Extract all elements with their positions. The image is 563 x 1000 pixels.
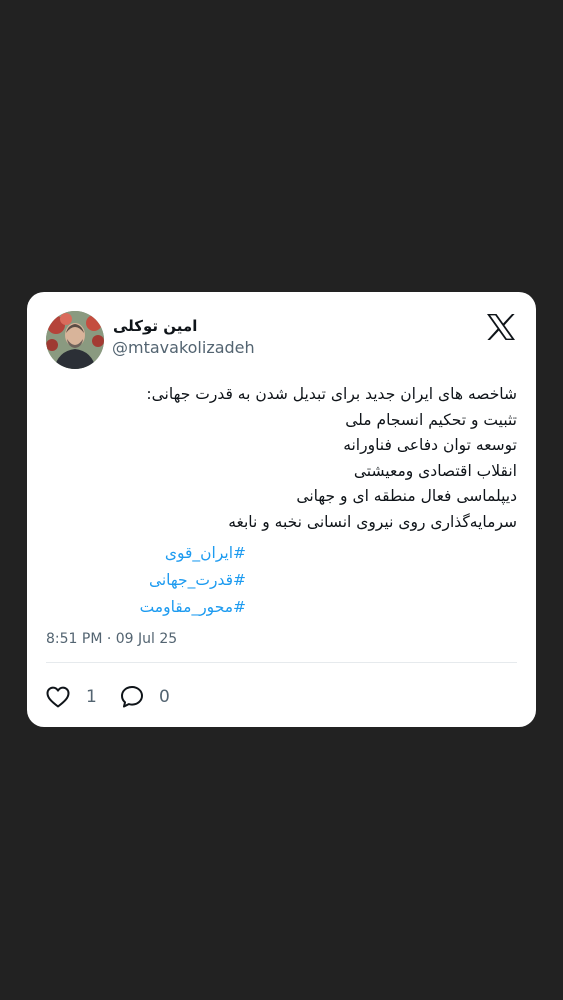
author-handle[interactable]: @mtavakolizadeh: [112, 338, 255, 358]
divider: [46, 662, 517, 663]
like-count: 1: [86, 687, 97, 707]
avatar[interactable]: [46, 311, 104, 369]
speech-bubble-icon: [120, 685, 144, 709]
reply-button[interactable]: 0: [120, 685, 170, 709]
tweet-line: سرمایه‌گذاری روی نیروی انسانی نخبه و ناب…: [228, 512, 517, 531]
hashtag-link[interactable]: #قدرت_جهانی: [46, 567, 246, 594]
tweet-line: توسعه توان دفاعی فناورانه: [343, 436, 517, 454]
tweet-line: دیپلماسی فعال منطقه ای و جهانی: [296, 487, 517, 505]
like-button[interactable]: 1: [46, 685, 97, 709]
tweet-line: انقلاب اقتصادی ومعیشتی: [353, 461, 517, 480]
tweet-line: شاخصه های ایران جدید برای تبدیل شدن به ق…: [146, 385, 517, 403]
tweet-body: شاخصه های ایران جدید برای تبدیل شدن به ق…: [46, 382, 517, 535]
author-display-name[interactable]: امین توکلی: [113, 316, 313, 336]
heart-icon: [46, 686, 70, 708]
tweet-card: امین توکلی @mtavakolizadeh شاخصه های ایر…: [27, 292, 536, 727]
tweet-line: تثبیت و تحکیم انسجام ملی: [345, 410, 517, 429]
reply-count: 0: [159, 687, 170, 707]
hashtag-list: #ایران_قوی #قدرت_جهانی #محور_مقاومت: [46, 540, 246, 621]
hashtag-link[interactable]: #محور_مقاومت: [46, 594, 246, 621]
x-logo-icon[interactable]: [486, 313, 516, 341]
tweet-timestamp[interactable]: 8:51 PM · 09 Jul 25: [46, 629, 177, 649]
hashtag-link[interactable]: #ایران_قوی: [46, 540, 246, 567]
